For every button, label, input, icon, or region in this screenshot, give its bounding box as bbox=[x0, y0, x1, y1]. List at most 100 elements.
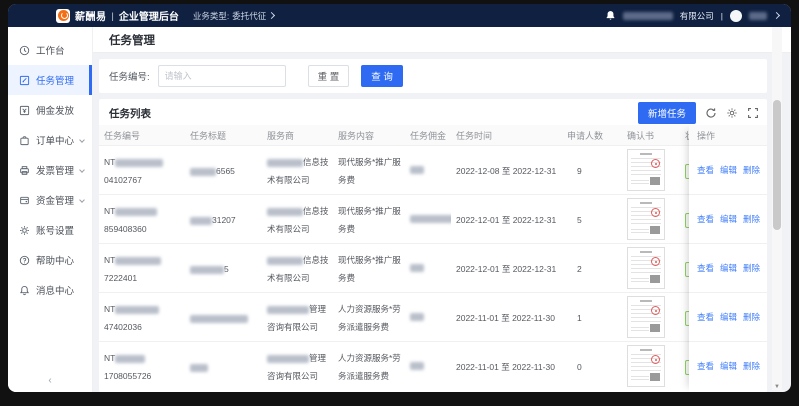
cell-applicants: 9 bbox=[562, 161, 622, 179]
task-title-redacted bbox=[190, 168, 216, 176]
col-header-applicants: 申请人数 bbox=[562, 129, 622, 142]
table-toolbar: 新增任务 bbox=[638, 102, 759, 124]
delete-link[interactable]: 删除 bbox=[743, 164, 760, 176]
table-row[interactable]: NT859408360 31207 信息技术有限公司 现代服务*推广服务费 20… bbox=[99, 194, 767, 243]
view-link[interactable]: 查看 bbox=[697, 262, 714, 274]
col-header-commission: 任务佣金 bbox=[405, 129, 451, 142]
sidebar-item-workbench[interactable]: 工作台 bbox=[8, 35, 92, 65]
sidebar-item-funds-management[interactable]: 资金管理 bbox=[8, 185, 92, 215]
chevron-right-icon bbox=[268, 12, 275, 19]
sidebar-collapse-button[interactable]: ‹ bbox=[8, 375, 92, 386]
cell-service-content: 现代服务*推广服务费 bbox=[333, 250, 405, 286]
view-link[interactable]: 查看 bbox=[697, 311, 714, 323]
edit-link[interactable]: 编辑 bbox=[720, 164, 737, 176]
cell-provider: 管理咨询有限公司 bbox=[262, 299, 333, 335]
cell-commission bbox=[405, 308, 451, 326]
col-header-task-no: 任务编号 bbox=[99, 129, 185, 142]
app-logo-icon bbox=[56, 9, 70, 23]
brand-divider: | bbox=[112, 11, 114, 21]
task-no-label: 任务编号: bbox=[109, 69, 150, 83]
cell-task-time: 2022-11-01 至 2022-11-30 bbox=[451, 357, 562, 375]
cell-provider: 信息技术有限公司 bbox=[262, 201, 333, 237]
red-stamp-icon bbox=[651, 208, 660, 217]
scrollbar-thumb[interactable] bbox=[773, 100, 781, 230]
confirmation-document-thumbnail[interactable] bbox=[627, 345, 665, 387]
view-link[interactable]: 查看 bbox=[697, 213, 714, 225]
provider-redacted bbox=[267, 257, 303, 265]
cell-task-no: NT04102767 bbox=[99, 152, 185, 188]
cell-task-title bbox=[185, 308, 262, 326]
view-link[interactable]: 查看 bbox=[697, 164, 714, 176]
provider-redacted bbox=[267, 208, 303, 216]
cell-task-no: NT7222401 bbox=[99, 250, 185, 286]
table-body: NT04102767 6565 信息技术有限公司 现代服务*推广服务费 2022… bbox=[99, 145, 767, 390]
sidebar-item-commission-payout[interactable]: 佣金发放 bbox=[8, 95, 92, 125]
qr-code-block bbox=[650, 275, 660, 283]
sidebar-item-message-center[interactable]: 消息中心 bbox=[8, 275, 92, 305]
red-stamp-icon bbox=[651, 159, 660, 168]
bell-icon[interactable] bbox=[605, 10, 616, 21]
topbar-pipe: | bbox=[721, 11, 723, 21]
commission-redacted bbox=[410, 264, 424, 272]
sidebar-item-task-management[interactable]: 任务管理 bbox=[8, 65, 92, 95]
confirmation-document-thumbnail[interactable] bbox=[627, 296, 665, 338]
delete-link[interactable]: 删除 bbox=[743, 360, 760, 372]
brand-name: 薪酬易 bbox=[75, 8, 107, 23]
task-no-redacted bbox=[115, 159, 163, 167]
search-button[interactable]: 查 询 bbox=[361, 65, 403, 87]
topbar-right: 有限公司 | bbox=[605, 4, 779, 27]
fullscreen-icon[interactable] bbox=[747, 107, 759, 119]
commission-redacted bbox=[410, 313, 424, 321]
sidebar-item-account-settings[interactable]: 账号设置 bbox=[8, 215, 92, 245]
red-stamp-icon bbox=[651, 355, 660, 364]
qr-code-block bbox=[650, 226, 660, 234]
table-row[interactable]: NT7222401 5 信息技术有限公司 现代服务*推广服务费 2022-12-… bbox=[99, 243, 767, 292]
cell-task-title bbox=[185, 357, 262, 375]
chevron-down-icon bbox=[79, 137, 85, 143]
table-row[interactable]: NT04102767 6565 信息技术有限公司 现代服务*推广服务费 2022… bbox=[99, 145, 767, 194]
cell-provider: 管理咨询有限公司 bbox=[262, 348, 333, 384]
sidebar-item-order-center[interactable]: 订单中心 bbox=[8, 125, 92, 155]
reset-button[interactable]: 重 置 bbox=[308, 65, 350, 87]
qr-code-block bbox=[650, 177, 660, 185]
confirmation-document-thumbnail[interactable] bbox=[627, 247, 665, 289]
cell-service-content: 人力资源服务*劳务派遣服务费 bbox=[333, 299, 405, 335]
row-actions: 查看 编辑 删除 bbox=[689, 145, 767, 194]
username-redacted bbox=[749, 12, 767, 20]
edit-link[interactable]: 编辑 bbox=[720, 213, 737, 225]
scrollbar-down-arrow-icon[interactable]: ▼ bbox=[772, 384, 782, 390]
cell-task-no: NT1708055726 bbox=[99, 348, 185, 384]
vertical-scrollbar[interactable]: ▼ bbox=[772, 27, 782, 390]
confirmation-document-thumbnail[interactable] bbox=[627, 149, 665, 191]
refresh-icon[interactable] bbox=[705, 107, 717, 119]
sidebar-item-help-center[interactable]: 帮助中心 bbox=[8, 245, 92, 275]
task-no-input[interactable] bbox=[158, 65, 286, 87]
topbar: 薪酬易 | 企业管理后台 业务类型: 委托代征 有限公司 | bbox=[8, 4, 791, 27]
red-stamp-icon bbox=[651, 257, 660, 266]
filter-bar: 任务编号: 重 置 查 询 bbox=[99, 59, 767, 93]
delete-link[interactable]: 删除 bbox=[743, 213, 760, 225]
cell-task-time: 2022-11-01 至 2022-11-30 bbox=[451, 308, 562, 326]
task-no-redacted bbox=[115, 306, 159, 314]
table-row[interactable]: NT47402036 管理咨询有限公司 人力资源服务*劳务派遣服务费 2022-… bbox=[99, 292, 767, 341]
edit-link[interactable]: 编辑 bbox=[720, 360, 737, 372]
confirmation-document-thumbnail[interactable] bbox=[627, 198, 665, 240]
row-actions: 查看 编辑 删除 bbox=[689, 341, 767, 390]
col-header-provider: 服务商 bbox=[262, 129, 333, 142]
sidebar-item-invoice-management[interactable]: 发票管理 bbox=[8, 155, 92, 185]
edit-link[interactable]: 编辑 bbox=[720, 311, 737, 323]
business-type-selector[interactable]: 业务类型: 委托代征 bbox=[193, 10, 274, 22]
company-name-redacted bbox=[623, 12, 673, 20]
delete-link[interactable]: 删除 bbox=[743, 262, 760, 274]
table-row[interactable]: NT1708055726 管理咨询有限公司 人力资源服务*劳务派遣服务费 202… bbox=[99, 341, 767, 390]
delete-link[interactable]: 删除 bbox=[743, 311, 760, 323]
user-avatar[interactable] bbox=[730, 10, 742, 22]
task-title-redacted bbox=[190, 315, 248, 323]
cell-applicants: 0 bbox=[562, 357, 622, 375]
user-menu-chevron-icon[interactable] bbox=[773, 12, 780, 19]
view-link[interactable]: 查看 bbox=[697, 360, 714, 372]
add-task-button[interactable]: 新增任务 bbox=[638, 102, 696, 124]
col-header-task-title: 任务标题 bbox=[185, 129, 262, 142]
column-settings-gear-icon[interactable] bbox=[726, 107, 738, 119]
edit-link[interactable]: 编辑 bbox=[720, 262, 737, 274]
